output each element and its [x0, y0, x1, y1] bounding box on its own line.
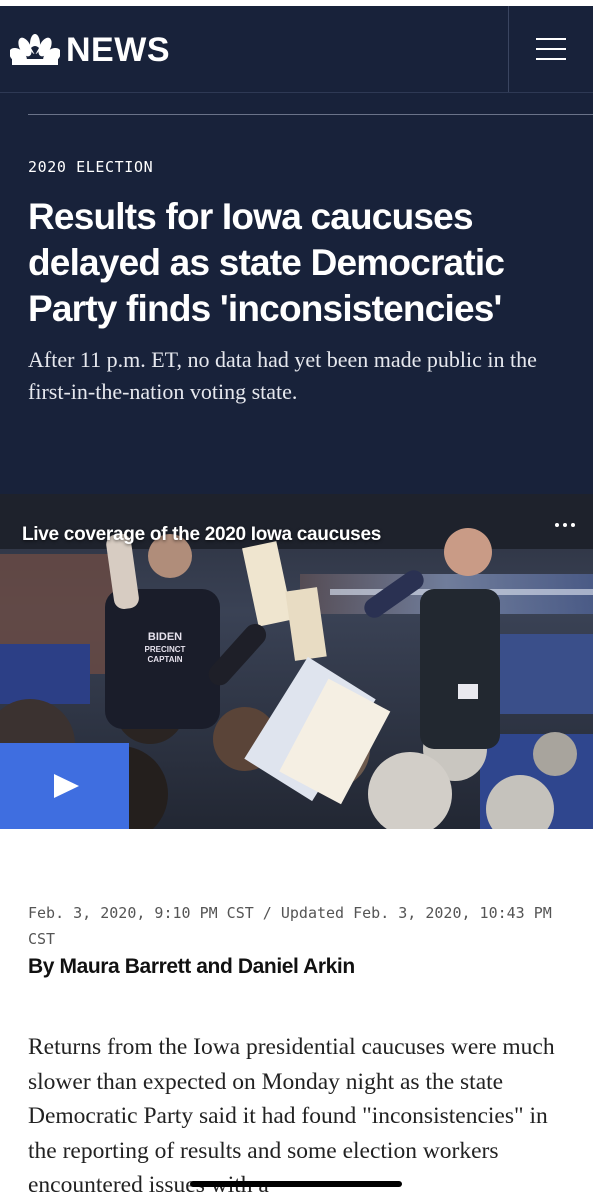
svg-text:CAPTAIN: CAPTAIN: [148, 655, 183, 664]
header-divider: [28, 114, 593, 115]
menu-button[interactable]: [509, 6, 593, 92]
author-link-maura-barrett[interactable]: Maura Barrett: [59, 955, 191, 978]
byline-and: and: [190, 955, 238, 978]
nbc-peacock-icon: [10, 34, 60, 65]
author-link-daniel-arkin[interactable]: Daniel Arkin: [238, 955, 355, 978]
hamburger-menu-icon: [536, 38, 566, 60]
article-dek: After 11 p.m. ET, no data had yet been m…: [28, 347, 537, 404]
home-indicator: [190, 1181, 402, 1187]
article-timestamp: Feb. 3, 2020, 9:10 PM CST / Updated Feb.…: [28, 904, 552, 948]
site-logo[interactable]: NEWS: [10, 30, 170, 70]
video-title: Live coverage of the 2020 Iowa caucuses: [22, 524, 381, 545]
section-label[interactable]: 2020 ELECTION: [28, 158, 153, 176]
byline: By Maura Barrett and Daniel Arkin: [28, 955, 355, 979]
more-options-icon[interactable]: [548, 510, 582, 540]
play-button[interactable]: [0, 743, 129, 829]
play-icon: [54, 774, 79, 798]
article-body-paragraph: Returns from the Iowa presidential caucu…: [28, 1034, 555, 1198]
logo-text: NEWS: [66, 31, 170, 69]
svg-text:PRECINCT: PRECINCT: [145, 645, 186, 654]
svg-text:BIDEN: BIDEN: [148, 631, 182, 643]
navbar: NEWS: [0, 6, 593, 93]
article-headline: Results for Iowa caucuses delayed as sta…: [28, 196, 505, 329]
byline-prefix: By: [28, 955, 60, 978]
